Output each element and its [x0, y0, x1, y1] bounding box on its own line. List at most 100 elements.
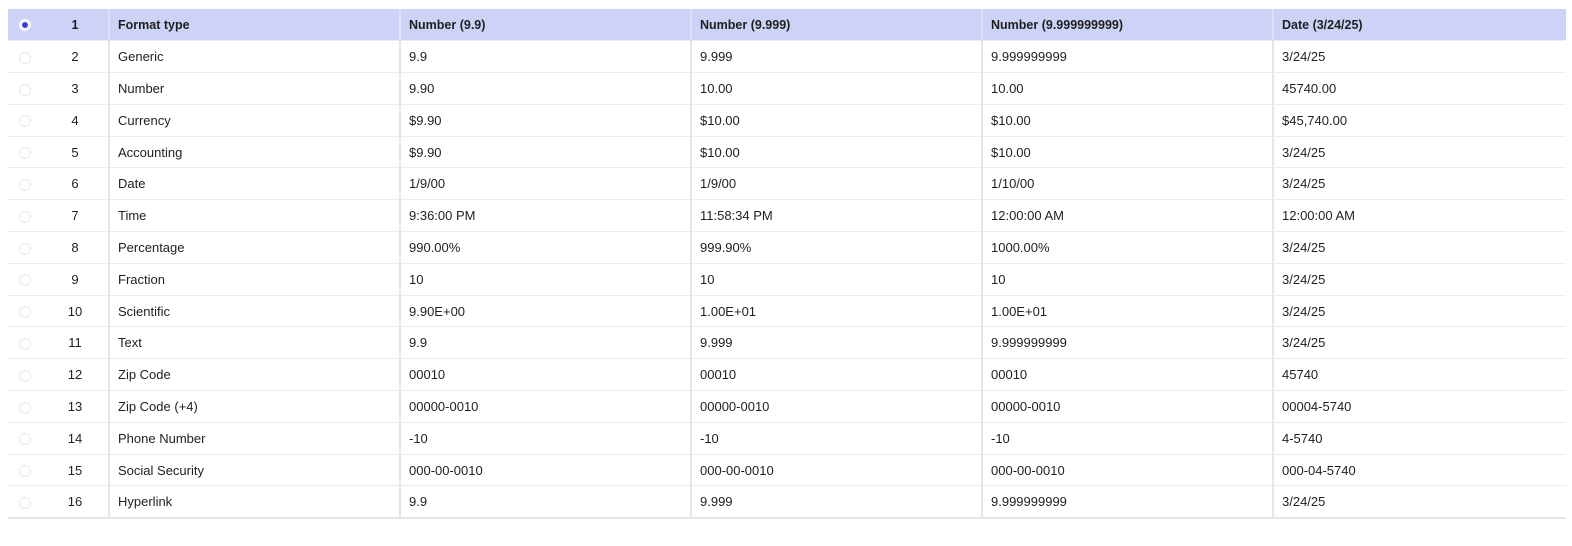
table-cell[interactable]: Social Security: [109, 453, 401, 486]
table-cell[interactable]: 00010: [400, 358, 692, 391]
table-cell[interactable]: Hyperlink: [109, 485, 401, 519]
row-select-cell[interactable]: [8, 72, 42, 105]
table-cell[interactable]: 45740.00: [1273, 72, 1566, 105]
table-cell[interactable]: 1000.00%: [982, 231, 1274, 264]
table-row[interactable]: 10 Scientific 9.90E+00 1.00E+01 1.00E+01 3/24…: [8, 294, 1566, 327]
table-cell[interactable]: 3/24/25: [1273, 40, 1566, 73]
table-cell[interactable]: 000-00-0010: [400, 453, 692, 486]
table-cell[interactable]: 00010: [982, 358, 1274, 391]
row-select-radio[interactable]: [19, 242, 31, 255]
table-cell[interactable]: 9:36:00 PM: [400, 199, 692, 232]
row-select-cell[interactable]: [8, 358, 42, 391]
table-cell[interactable]: 3/24/25: [1273, 294, 1566, 327]
row-select-cell[interactable]: [8, 9, 42, 41]
row-select-radio[interactable]: [19, 210, 31, 223]
table-cell[interactable]: $10.00: [691, 103, 983, 137]
row-select-cell[interactable]: [8, 294, 42, 327]
table-cell[interactable]: Currency: [109, 103, 401, 137]
table-cell[interactable]: 3/24/25: [1273, 326, 1566, 359]
table-cell[interactable]: Accounting: [109, 135, 401, 168]
table-cell[interactable]: Number: [109, 72, 401, 105]
table-cell[interactable]: Generic: [109, 40, 401, 73]
row-select-cell[interactable]: [8, 453, 42, 486]
table-cell[interactable]: 10: [400, 262, 692, 296]
table-cell[interactable]: Zip Code (+4): [109, 390, 401, 423]
table-cell[interactable]: Time: [109, 199, 401, 232]
table-cell[interactable]: 999.90%: [691, 231, 983, 264]
table-cell[interactable]: 00000-0010: [982, 390, 1274, 423]
row-select-radio[interactable]: [19, 19, 31, 32]
row-select-cell[interactable]: [8, 103, 42, 137]
table-cell[interactable]: 12:00:00 AM: [1273, 199, 1566, 232]
row-select-radio[interactable]: [19, 83, 31, 96]
column-header[interactable]: Date (3/24/25): [1273, 9, 1566, 41]
table-cell[interactable]: 10.00: [982, 72, 1274, 105]
table-cell[interactable]: 12:00:00 AM: [982, 199, 1274, 232]
table-cell[interactable]: 9.999: [691, 326, 983, 359]
header-row[interactable]: 1 Format type Number (9.9) Number (9.999) Nu…: [8, 9, 1566, 41]
table-cell[interactable]: 00000-0010: [400, 390, 692, 423]
table-row[interactable]: 8 Percentage 990.00% 999.90% 1000.00% 3/24/25: [8, 231, 1566, 264]
table-row[interactable]: 15 Social Security 000-00-0010 000-00-0010 0…: [8, 453, 1566, 486]
table-row[interactable]: 12 Zip Code 00010 00010 00010 45740: [8, 358, 1566, 391]
table-cell[interactable]: $10.00: [691, 135, 983, 168]
table-cell[interactable]: -10: [982, 421, 1274, 455]
table-cell[interactable]: Percentage: [109, 231, 401, 264]
row-select-radio[interactable]: [19, 274, 31, 287]
table-cell[interactable]: 1/10/00: [982, 167, 1274, 200]
table-cell[interactable]: 3/24/25: [1273, 167, 1566, 200]
table-cell[interactable]: 10.00: [691, 72, 983, 105]
row-select-radio[interactable]: [19, 401, 31, 414]
table-cell[interactable]: 45740: [1273, 358, 1566, 391]
column-header[interactable]: Number (9.999999999): [982, 9, 1274, 41]
table-cell[interactable]: Text: [109, 326, 401, 359]
table-cell[interactable]: 990.00%: [400, 231, 692, 264]
table-cell[interactable]: $10.00: [982, 135, 1274, 168]
table-cell[interactable]: 1.00E+01: [691, 294, 983, 327]
column-header[interactable]: Number (9.999): [691, 9, 983, 41]
row-select-cell[interactable]: [8, 231, 42, 264]
row-select-radio[interactable]: [19, 337, 31, 350]
row-select-cell[interactable]: [8, 135, 42, 168]
table-cell[interactable]: 1.00E+01: [982, 294, 1274, 327]
row-select-cell[interactable]: [8, 421, 42, 455]
table-cell[interactable]: 9.999999999: [982, 40, 1274, 73]
table-cell[interactable]: 10: [982, 262, 1274, 296]
row-select-radio[interactable]: [19, 115, 31, 128]
table-row[interactable]: 6 Date 1/9/00 1/9/00 1/10/00 3/24/25: [8, 167, 1566, 200]
row-select-radio[interactable]: [19, 369, 31, 382]
table-cell[interactable]: 10: [691, 262, 983, 296]
table-cell[interactable]: 9.999: [691, 485, 983, 519]
table-row[interactable]: 7 Time 9:36:00 PM 11:58:34 PM 12:00:00 AM 12:…: [8, 199, 1566, 232]
table-cell[interactable]: 11:58:34 PM: [691, 199, 983, 232]
table-cell[interactable]: $45,740.00: [1273, 103, 1566, 137]
row-select-cell[interactable]: [8, 326, 42, 359]
table-row[interactable]: 4 Currency $9.90 $10.00 $10.00 $45,740.00: [8, 103, 1566, 137]
row-select-cell[interactable]: [8, 199, 42, 232]
table-cell[interactable]: 9.9: [400, 326, 692, 359]
table-cell[interactable]: 9.9: [400, 485, 692, 519]
table-cell[interactable]: $9.90: [400, 135, 692, 168]
row-select-radio[interactable]: [19, 496, 31, 509]
table-cell[interactable]: Date: [109, 167, 401, 200]
table-cell[interactable]: -10: [400, 421, 692, 455]
row-select-radio[interactable]: [19, 147, 31, 160]
table-cell[interactable]: 00010: [691, 358, 983, 391]
row-select-cell[interactable]: [8, 390, 42, 423]
column-header[interactable]: Number (9.9): [400, 9, 692, 41]
table-cell[interactable]: $10.00: [982, 103, 1274, 137]
row-select-cell[interactable]: [8, 40, 42, 73]
table-cell[interactable]: Scientific: [109, 294, 401, 327]
row-select-radio[interactable]: [19, 433, 31, 446]
table-row[interactable]: 9 Fraction 10 10 10 3/24/25: [8, 262, 1566, 296]
table-cell[interactable]: Phone Number: [109, 421, 401, 455]
table-row[interactable]: 14 Phone Number -10 -10 -10 4-5740: [8, 421, 1566, 455]
table-row[interactable]: 2 Generic 9.9 9.999 9.999999999 3/24/25: [8, 40, 1566, 73]
table-cell[interactable]: Fraction: [109, 262, 401, 296]
table-cell[interactable]: 3/24/25: [1273, 485, 1566, 519]
table-cell[interactable]: 1/9/00: [691, 167, 983, 200]
row-select-radio[interactable]: [19, 178, 31, 191]
table-row[interactable]: 16 Hyperlink 9.9 9.999 9.999999999 3/24/25: [8, 485, 1566, 519]
row-select-radio[interactable]: [19, 51, 31, 64]
table-cell[interactable]: 9.999999999: [982, 326, 1274, 359]
